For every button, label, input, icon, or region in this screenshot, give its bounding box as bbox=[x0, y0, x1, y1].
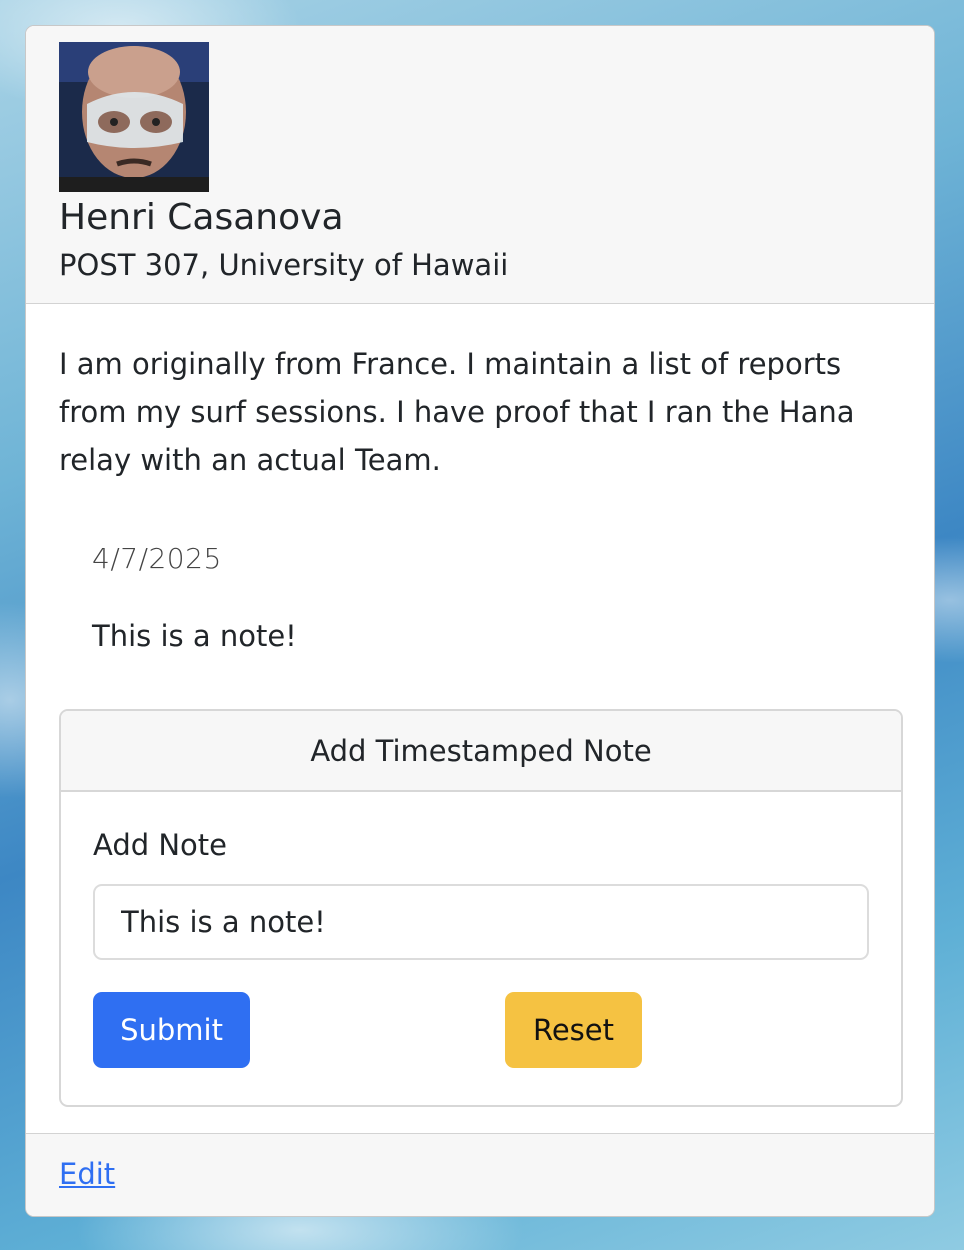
note-date: 4/7/2025 bbox=[92, 542, 222, 575]
profile-header: Henri Casanova POST 307, University of H… bbox=[26, 26, 934, 304]
profile-address: POST 307, University of Hawaii bbox=[59, 247, 509, 282]
form-button-row: Submit Reset bbox=[93, 992, 869, 1068]
reset-button[interactable]: Reset bbox=[505, 992, 642, 1068]
add-note-label: Add Note bbox=[93, 828, 228, 862]
note-text: This is a note! bbox=[92, 619, 297, 653]
add-note-form: Add Timestamped Note Add Note Submit Res… bbox=[59, 709, 903, 1107]
profile-name: Henri Casanova bbox=[59, 197, 344, 238]
edit-link[interactable]: Edit bbox=[59, 1157, 115, 1191]
add-note-form-body: Add Note Submit Reset bbox=[61, 792, 901, 1068]
avatar bbox=[59, 42, 209, 192]
profile-bio: I am originally from France. I maintain … bbox=[59, 347, 855, 477]
note-input[interactable] bbox=[93, 884, 869, 960]
submit-button[interactable]: Submit bbox=[93, 992, 250, 1068]
profile-footer: Edit bbox=[26, 1133, 934, 1216]
profile-card: Henri Casanova POST 307, University of H… bbox=[25, 25, 935, 1217]
profile-body: I am originally from France. I maintain … bbox=[26, 304, 934, 1136]
add-note-form-header: Add Timestamped Note bbox=[61, 711, 901, 792]
note-item: 4/7/2025 This is a note! bbox=[59, 542, 901, 653]
